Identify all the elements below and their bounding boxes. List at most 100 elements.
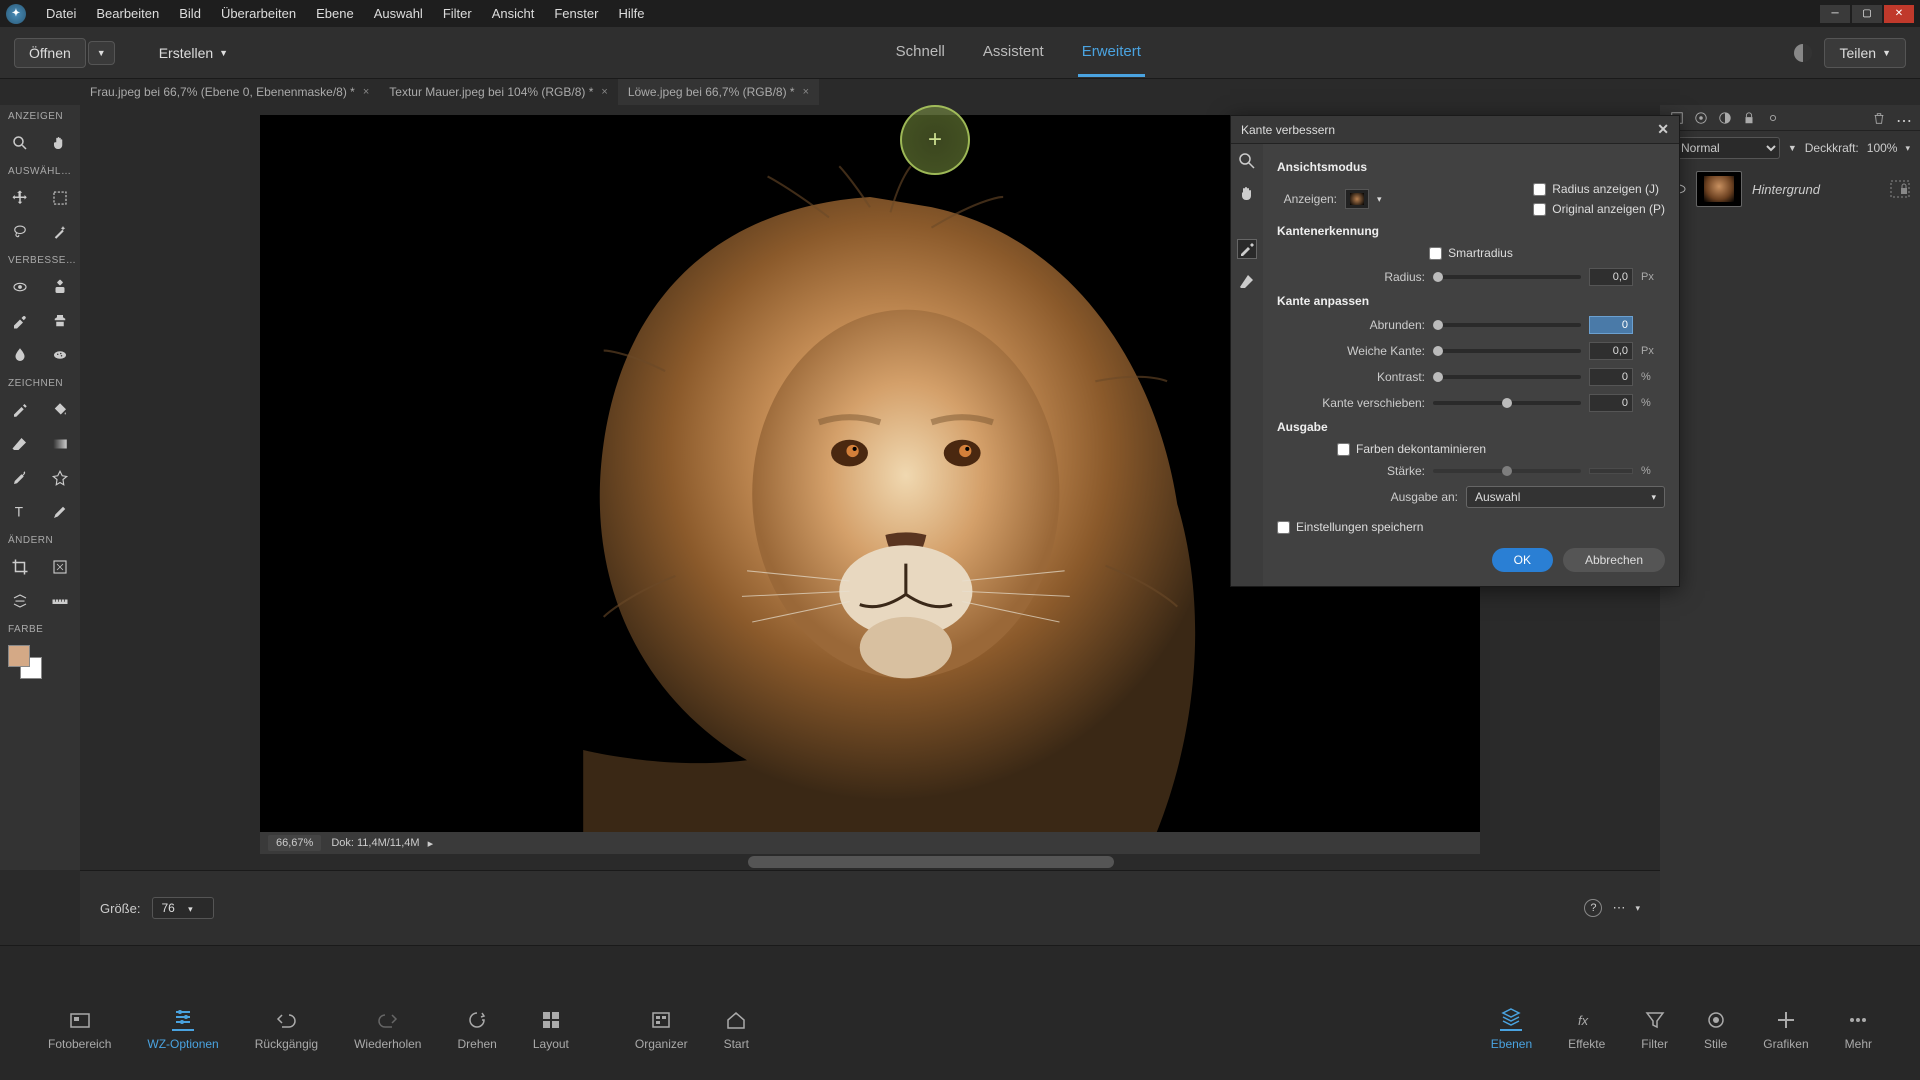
foreground-color[interactable]: [8, 645, 30, 667]
color-swatches[interactable]: [0, 639, 80, 685]
smart-radius-checkbox[interactable]: Smartradius: [1429, 246, 1513, 260]
dialog-close-button[interactable]: ✕: [1657, 121, 1669, 138]
decontaminate-checkbox[interactable]: Farben dekontaminieren: [1337, 442, 1486, 456]
content-aware-tool[interactable]: [0, 584, 40, 618]
link-layer-icon[interactable]: [1766, 111, 1780, 125]
show-original-checkbox[interactable]: Original anzeigen (P): [1533, 202, 1665, 216]
rotate-button[interactable]: Drehen: [439, 1005, 514, 1055]
open-dropdown[interactable]: ▼: [88, 41, 115, 65]
layer-name[interactable]: Hintergrund: [1752, 182, 1820, 197]
dialog-hand-tool[interactable]: [1238, 184, 1256, 202]
blur-tool[interactable]: [0, 338, 40, 372]
size-value-select[interactable]: 76 ▾: [152, 897, 213, 919]
zoom-tool[interactable]: [0, 126, 40, 160]
tool-options-button[interactable]: WZ-Optionen: [129, 1005, 236, 1055]
radius-slider[interactable]: [1433, 275, 1581, 279]
open-button[interactable]: Öffnen: [14, 38, 86, 68]
filters-panel-button[interactable]: Filter: [1623, 1005, 1686, 1055]
shift-edge-value[interactable]: 0: [1589, 394, 1633, 412]
doc-tab-1[interactable]: Textur Mauer.jpeg bei 104% (RGB/8) *×: [379, 79, 618, 105]
menu-bild[interactable]: Bild: [169, 6, 211, 21]
marquee-tool[interactable]: [40, 181, 80, 215]
close-tab-icon[interactable]: ×: [803, 86, 809, 98]
layer-lock-icon[interactable]: [1890, 180, 1910, 198]
menu-bearbeiten[interactable]: Bearbeiten: [86, 6, 169, 21]
sponge-tool[interactable]: [40, 338, 80, 372]
theme-toggle[interactable]: [1794, 44, 1812, 62]
undo-button[interactable]: Rückgängig: [237, 1005, 336, 1055]
menu-datei[interactable]: Datei: [36, 6, 86, 21]
organizer-button[interactable]: Organizer: [617, 1005, 706, 1055]
smart-brush-tool[interactable]: [0, 304, 40, 338]
options-menu-icon[interactable]: ⋯: [1612, 900, 1625, 916]
move-tool[interactable]: [0, 181, 40, 215]
menu-hilfe[interactable]: Hilfe: [608, 6, 654, 21]
layer-thumbnail[interactable]: [1696, 171, 1742, 207]
dialog-refine-brush-tool[interactable]: [1238, 240, 1256, 258]
create-button[interactable]: Erstellen ▼: [145, 39, 242, 67]
gradient-tool[interactable]: [40, 427, 80, 461]
text-tool[interactable]: T: [0, 495, 40, 529]
maximize-button[interactable]: ▢: [1852, 5, 1882, 23]
spot-heal-tool[interactable]: [40, 270, 80, 304]
show-radius-checkbox[interactable]: Radius anzeigen (J): [1533, 182, 1665, 196]
mode-erweitert[interactable]: Erweitert: [1078, 29, 1145, 77]
clone-stamp-tool[interactable]: [40, 304, 80, 338]
menu-auswahl[interactable]: Auswahl: [364, 6, 433, 21]
cancel-button[interactable]: Abbrechen: [1563, 548, 1665, 572]
contrast-slider[interactable]: [1433, 375, 1581, 379]
eyedropper-tool[interactable]: [0, 461, 40, 495]
menu-ebene[interactable]: Ebene: [306, 6, 364, 21]
crop-tool[interactable]: [0, 550, 40, 584]
info-arrow-icon[interactable]: ▸: [428, 837, 434, 850]
zoom-level[interactable]: 66,67%: [268, 835, 321, 851]
horizontal-scrollbar[interactable]: [260, 854, 1480, 870]
blend-mode-select[interactable]: Normal: [1670, 137, 1780, 159]
opacity-value[interactable]: 100%: [1867, 141, 1898, 155]
share-button[interactable]: Teilen ▼: [1824, 38, 1906, 68]
redo-button[interactable]: Wiederholen: [336, 1005, 439, 1055]
redeye-tool[interactable]: [0, 270, 40, 304]
recompose-tool[interactable]: [40, 550, 80, 584]
output-to-select[interactable]: Auswahl▾: [1466, 486, 1665, 508]
feather-slider[interactable]: [1433, 349, 1581, 353]
hand-tool[interactable]: [40, 126, 80, 160]
close-tab-icon[interactable]: ×: [601, 86, 607, 98]
layers-panel-button[interactable]: Ebenen: [1473, 1005, 1550, 1055]
collapse-icon[interactable]: ▾: [1635, 903, 1640, 914]
trash-icon[interactable]: [1872, 111, 1886, 125]
lock-icon[interactable]: [1742, 111, 1756, 125]
shift-edge-slider[interactable]: [1433, 401, 1581, 405]
feather-value[interactable]: 0,0: [1589, 342, 1633, 360]
scrollbar-thumb[interactable]: [748, 856, 1114, 868]
mode-assistent[interactable]: Assistent: [979, 29, 1048, 77]
menu-ueberarbeiten[interactable]: Überarbeiten: [211, 6, 306, 21]
dialog-zoom-tool[interactable]: [1238, 152, 1256, 170]
menu-filter[interactable]: Filter: [433, 6, 482, 21]
straighten-tool[interactable]: [40, 584, 80, 618]
paint-bucket-tool[interactable]: [40, 393, 80, 427]
more-panel-button[interactable]: Mehr: [1827, 1005, 1890, 1055]
close-button[interactable]: ✕: [1884, 5, 1914, 23]
radius-value[interactable]: 0,0: [1589, 268, 1633, 286]
view-thumbnail[interactable]: [1345, 189, 1369, 209]
minimize-button[interactable]: ─: [1820, 5, 1850, 23]
mask-icon[interactable]: [1694, 111, 1708, 125]
dialog-erase-tool[interactable]: [1238, 272, 1256, 290]
doc-tab-2[interactable]: Löwe.jpeg bei 66,7% (RGB/8) *×: [618, 79, 819, 105]
menu-fenster[interactable]: Fenster: [544, 6, 608, 21]
styles-panel-button[interactable]: Stile: [1686, 1005, 1745, 1055]
layer-row[interactable]: Hintergrund: [1660, 165, 1920, 213]
layout-button[interactable]: Layout: [515, 1005, 587, 1055]
help-icon[interactable]: ?: [1584, 899, 1602, 917]
ok-button[interactable]: OK: [1492, 548, 1553, 572]
doc-tab-0[interactable]: Frau.jpeg bei 66,7% (Ebene 0, Ebenenmask…: [80, 79, 379, 105]
contrast-value[interactable]: 0: [1589, 368, 1633, 386]
adjustment-icon[interactable]: [1718, 111, 1732, 125]
panel-menu-icon[interactable]: ⋯: [1896, 111, 1910, 125]
shape-tool[interactable]: [40, 461, 80, 495]
lasso-tool[interactable]: [0, 215, 40, 249]
graphics-panel-button[interactable]: Grafiken: [1745, 1005, 1826, 1055]
mode-schnell[interactable]: Schnell: [892, 29, 949, 77]
photobin-button[interactable]: Fotobereich: [30, 1005, 129, 1055]
